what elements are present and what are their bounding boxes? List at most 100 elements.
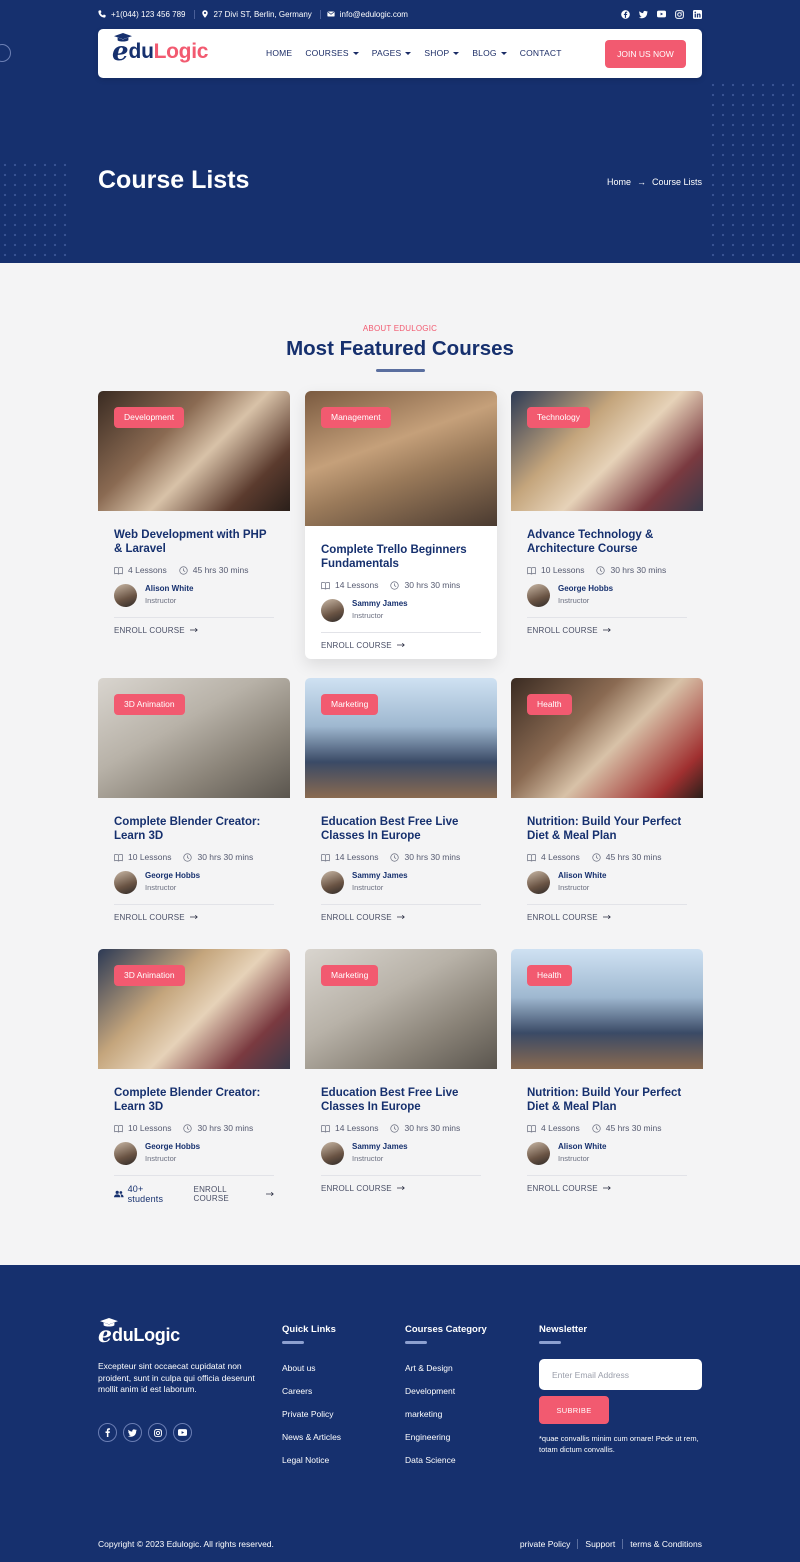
- privacy-policy-link[interactable]: private Policy: [513, 1539, 578, 1549]
- nav-item-shop[interactable]: SHOP: [424, 48, 460, 58]
- avatar[interactable]: [321, 870, 344, 894]
- enroll-course-link[interactable]: ENROLL COURSE: [321, 1184, 405, 1193]
- youtube-icon[interactable]: [173, 1423, 192, 1442]
- instructor-name[interactable]: Alison White: [145, 583, 193, 594]
- course-title[interactable]: Complete Blender Creator: Learn 3D: [114, 1086, 274, 1114]
- category-badge[interactable]: Marketing: [321, 694, 379, 715]
- site-logo[interactable]: e duLogic: [112, 33, 208, 65]
- terms-link[interactable]: terms & Conditions: [622, 1539, 702, 1549]
- footer-link[interactable]: Private Policy: [282, 1409, 341, 1432]
- course-card[interactable]: Health Nutrition: Build Your Perfect Diet…: [511, 949, 703, 1193]
- course-card[interactable]: Marketing Education Best Free Live Classe…: [305, 949, 497, 1193]
- instagram-icon[interactable]: [675, 9, 684, 19]
- footer-link[interactable]: Legal Notice: [282, 1455, 341, 1478]
- twitter-icon[interactable]: [123, 1423, 142, 1442]
- enroll-course-link[interactable]: ENROLL COURSE: [527, 913, 611, 922]
- avatar[interactable]: [321, 598, 344, 622]
- enroll-course-link[interactable]: ENROLL COURSE: [194, 1185, 274, 1203]
- course-card[interactable]: 3D Animation Complete Blender Creator: Le…: [98, 949, 290, 1204]
- category-link[interactable]: Engineering: [405, 1432, 456, 1455]
- nav-item-courses[interactable]: COURSES: [305, 48, 359, 58]
- category-badge[interactable]: Development: [114, 407, 185, 428]
- course-title[interactable]: Complete Blender Creator: Learn 3D: [114, 815, 274, 843]
- category-badge[interactable]: 3D Animation: [114, 965, 185, 986]
- instagram-icon[interactable]: [148, 1423, 167, 1442]
- enroll-course-link[interactable]: ENROLL COURSE: [114, 626, 198, 635]
- instructor-name[interactable]: George Hobbs: [145, 870, 200, 881]
- category-badge[interactable]: Health: [527, 965, 572, 986]
- footer-link[interactable]: About us: [282, 1363, 341, 1386]
- enroll-course-link[interactable]: ENROLL COURSE: [527, 1184, 611, 1193]
- category-link[interactable]: Data Science: [405, 1455, 456, 1478]
- category-badge[interactable]: Management: [321, 407, 391, 428]
- course-card[interactable]: Marketing Education Best Free Live Classe…: [305, 678, 497, 922]
- footer-logo[interactable]: e duLogic: [98, 1318, 180, 1346]
- nav-item-contact[interactable]: CONTACT: [520, 48, 562, 58]
- breadcrumb-home[interactable]: Home: [607, 177, 631, 187]
- phone-info[interactable]: +1(044) 123 456 789: [98, 9, 195, 19]
- category-badge[interactable]: Technology: [527, 407, 591, 428]
- category-link[interactable]: Art & Design: [405, 1363, 456, 1386]
- instructor-name[interactable]: Sammy James: [352, 1141, 408, 1152]
- category-badge[interactable]: 3D Animation: [114, 694, 185, 715]
- subscribe-button[interactable]: SUBRIBE: [539, 1396, 609, 1424]
- course-thumbnail[interactable]: 3D Animation: [98, 949, 290, 1069]
- category-badge[interactable]: Marketing: [321, 965, 379, 986]
- instructor-name[interactable]: Alison White: [558, 870, 606, 881]
- newsletter-email-input[interactable]: [539, 1359, 702, 1390]
- enroll-course-link[interactable]: ENROLL COURSE: [114, 913, 198, 922]
- course-card[interactable]: Development Web Development with PHP & La…: [98, 391, 290, 635]
- footer-link[interactable]: Careers: [282, 1386, 341, 1409]
- join-us-button[interactable]: JOIN US NOW: [605, 40, 686, 68]
- course-card[interactable]: 3D Animation Complete Blender Creator: Le…: [98, 678, 290, 922]
- course-thumbnail[interactable]: Marketing: [305, 678, 497, 798]
- avatar[interactable]: [321, 1141, 344, 1165]
- course-card[interactable]: Health Nutrition: Build Your Perfect Diet…: [511, 678, 703, 922]
- course-title[interactable]: Nutrition: Build Your Perfect Diet & Mea…: [527, 1086, 687, 1114]
- course-title[interactable]: Nutrition: Build Your Perfect Diet & Mea…: [527, 815, 687, 843]
- course-title[interactable]: Advance Technology & Architecture Course: [527, 528, 687, 556]
- avatar[interactable]: [527, 870, 550, 894]
- course-title[interactable]: Web Development with PHP & Laravel: [114, 528, 274, 556]
- category-link[interactable]: Development: [405, 1386, 456, 1409]
- enroll-course-link[interactable]: ENROLL COURSE: [527, 626, 611, 635]
- course-thumbnail[interactable]: Health: [511, 678, 703, 798]
- enroll-course-link[interactable]: ENROLL COURSE: [321, 913, 405, 922]
- instructor-name[interactable]: Alison White: [558, 1141, 606, 1152]
- category-badge[interactable]: Health: [527, 694, 572, 715]
- course-title[interactable]: Complete Trello Beginners Fundamentals: [321, 543, 481, 571]
- category-link[interactable]: marketing: [405, 1409, 456, 1432]
- email-info[interactable]: info@edulogic.com: [327, 10, 416, 19]
- course-thumbnail[interactable]: 3D Animation: [98, 678, 290, 798]
- support-link[interactable]: Support: [577, 1539, 622, 1549]
- course-card[interactable]: Management Complete Trello Beginners Fund…: [305, 391, 497, 659]
- nav-item-home[interactable]: HOME: [266, 48, 292, 58]
- course-title[interactable]: Education Best Free Live Classes In Euro…: [321, 1086, 481, 1114]
- instructor-name[interactable]: George Hobbs: [145, 1141, 200, 1152]
- course-card[interactable]: Technology Advance Technology & Architect…: [511, 391, 703, 635]
- instructor-name[interactable]: Sammy James: [352, 870, 408, 881]
- course-title[interactable]: Education Best Free Live Classes In Euro…: [321, 815, 481, 843]
- facebook-icon[interactable]: [621, 9, 630, 19]
- nav-item-blog[interactable]: BLOG: [472, 48, 507, 58]
- nav-item-pages[interactable]: PAGES: [372, 48, 412, 58]
- youtube-icon[interactable]: [657, 10, 666, 19]
- avatar[interactable]: [527, 583, 550, 607]
- course-thumbnail[interactable]: Technology: [511, 391, 703, 511]
- twitter-icon[interactable]: [639, 10, 648, 19]
- footer-link[interactable]: News & Articles: [282, 1432, 341, 1455]
- course-thumbnail[interactable]: Marketing: [305, 949, 497, 1069]
- course-thumbnail[interactable]: Development: [98, 391, 290, 511]
- course-thumbnail[interactable]: Health: [511, 949, 703, 1069]
- avatar[interactable]: [114, 583, 137, 607]
- course-thumbnail[interactable]: Management: [305, 391, 497, 526]
- linkedin-icon[interactable]: [693, 9, 702, 19]
- avatar[interactable]: [527, 1141, 550, 1165]
- arrow-right-icon: [396, 1184, 405, 1193]
- instructor-name[interactable]: Sammy James: [352, 598, 408, 609]
- avatar[interactable]: [114, 1141, 137, 1165]
- avatar[interactable]: [114, 870, 137, 894]
- facebook-icon[interactable]: [98, 1423, 117, 1442]
- enroll-course-link[interactable]: ENROLL COURSE: [321, 641, 405, 650]
- instructor-name[interactable]: George Hobbs: [558, 583, 613, 594]
